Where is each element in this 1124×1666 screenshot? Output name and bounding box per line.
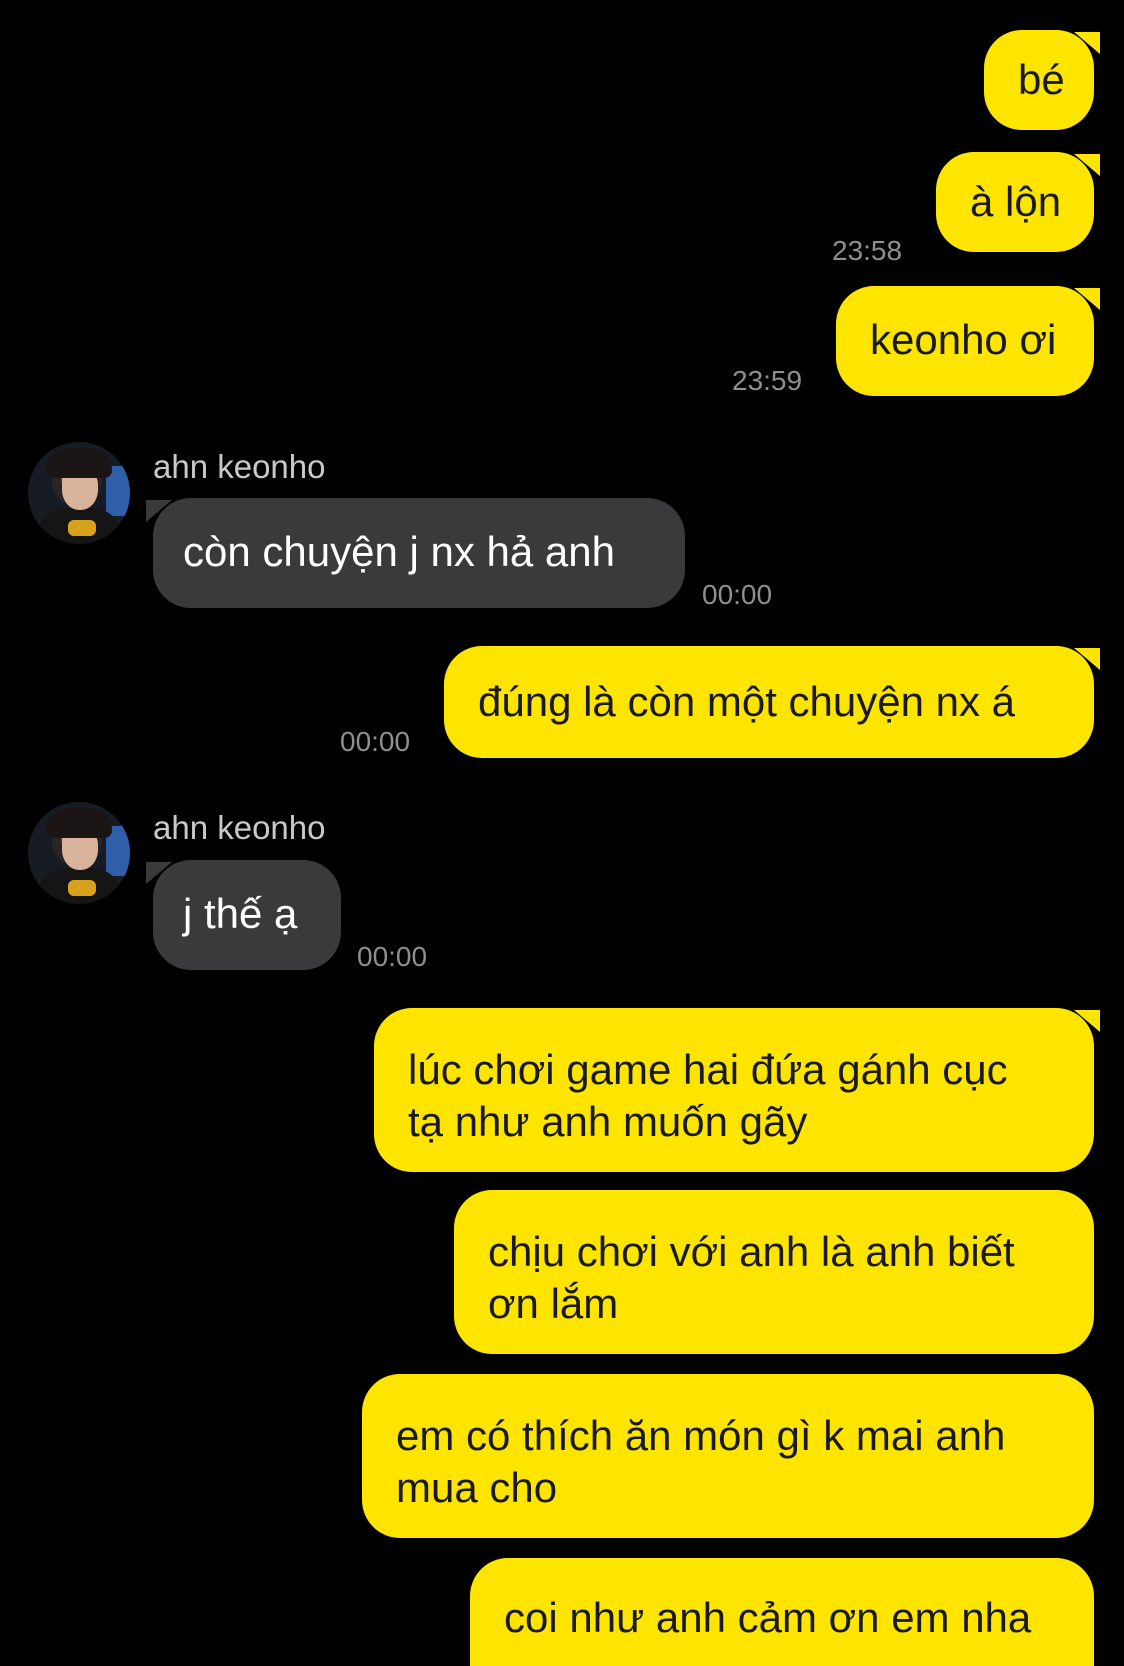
- message-text: à lộn: [970, 178, 1062, 225]
- message-line: mua cho: [396, 1464, 558, 1511]
- contact-avatar[interactable]: [28, 442, 130, 544]
- bubble-tail: [1074, 154, 1100, 176]
- outgoing-message[interactable]: em có thích ăn món gì k mai anh mua cho: [362, 1374, 1094, 1538]
- outgoing-message[interactable]: coi như anh cảm ơn em nha: [470, 1558, 1094, 1666]
- message-timestamp: 00:00: [340, 726, 411, 757]
- message-text: j thế ạ: [183, 890, 298, 937]
- outgoing-message[interactable]: chịu chơi với anh là anh biết ơn lắm: [454, 1190, 1094, 1354]
- message-timestamp: 00:00: [357, 941, 428, 972]
- message-line: lúc chơi game hai đứa gánh cục: [408, 1046, 1008, 1093]
- sender-name: ahn keonho: [153, 809, 326, 846]
- message-text: keonho ơi: [870, 316, 1057, 363]
- message-timestamp: 00:00: [702, 579, 773, 610]
- message-text: đúng là còn một chuyện nx á: [478, 678, 1016, 725]
- bubble-tail: [1074, 32, 1100, 54]
- incoming-message[interactable]: còn chuyện j nx hả anh: [153, 498, 685, 608]
- message-timestamp: 23:58: [832, 235, 903, 266]
- sender-name: ahn keonho: [153, 448, 326, 485]
- outgoing-message[interactable]: keonho ơi: [836, 286, 1094, 396]
- message-timestamp: 23:59: [732, 365, 803, 396]
- outgoing-message[interactable]: đúng là còn một chuyện nx á: [444, 646, 1094, 758]
- message-line: ơn lắm: [488, 1280, 619, 1327]
- message-line: tạ như anh muốn gãy: [408, 1098, 808, 1145]
- bubble-tail: [1074, 1010, 1100, 1032]
- message-line: chịu chơi với anh là anh biết: [488, 1228, 1015, 1275]
- outgoing-message[interactable]: à lộn: [936, 152, 1094, 252]
- bubble-tail: [1074, 288, 1100, 310]
- chat-thread[interactable]: bé à lộn 23:58 keonho ơi 23:59 ahn keonh…: [0, 0, 1124, 1666]
- bubble-tail: [1074, 648, 1100, 670]
- incoming-message[interactable]: j thế ạ: [153, 860, 341, 970]
- message-text: còn chuyện j nx hả anh: [183, 528, 615, 575]
- message-line: em có thích ăn món gì k mai anh: [396, 1412, 1006, 1459]
- outgoing-message[interactable]: lúc chơi game hai đứa gánh cục tạ như an…: [374, 1008, 1094, 1172]
- contact-avatar[interactable]: [28, 802, 130, 904]
- message-text: coi như anh cảm ơn em nha: [504, 1594, 1032, 1641]
- message-text: bé: [1018, 56, 1065, 103]
